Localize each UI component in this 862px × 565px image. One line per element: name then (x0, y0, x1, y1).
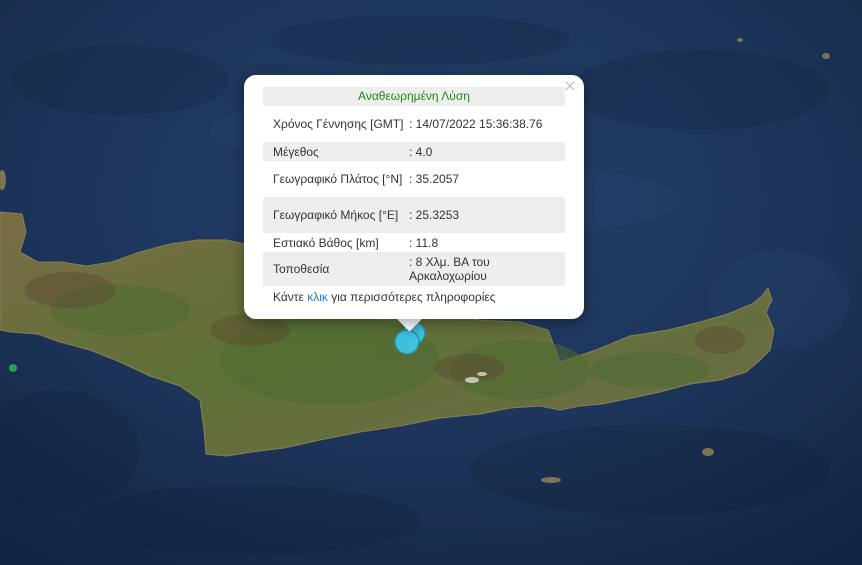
row-label: Γεωγραφικό Πλάτος [°N] (273, 172, 403, 186)
info-row-longitude: Γεωγραφικό Μήκος [°E] : 25.3253 (263, 197, 565, 233)
info-row-latitude: Γεωγραφικό Πλάτος [°N] : 35.2057 (263, 161, 565, 197)
info-row-time: Χρόνος Γέννησης [GMT] : 14/07/2022 15:36… (263, 106, 565, 142)
row-label: Μέγεθος (273, 144, 319, 159)
earthquake-marker-small (9, 364, 17, 372)
row-value: : 14/07/2022 15:36:38.76 (409, 117, 543, 131)
footer-text-before: Κάντε (273, 290, 308, 304)
row-label: Τοποθεσία (273, 262, 330, 276)
row-label: Χρόνος Γέννησης [GMT] (273, 117, 404, 131)
row-value: : 11.8 (409, 235, 439, 250)
row-value: : 8 Χλμ. ΒΑ του Αρκαλοχωρίου (409, 255, 490, 283)
row-value: : 4.0 (409, 144, 433, 159)
row-label: Γεωγραφικό Μήκος [°E] (273, 208, 399, 222)
row-value: : 25.3253 (409, 208, 460, 222)
info-row-magnitude: Μέγεθος : 4.0 (263, 142, 565, 161)
more-info-line: Κάντε κλικ για περισσότερες πληροφορίες (263, 290, 565, 304)
info-row-location: Τοποθεσία : 8 Χλμ. ΒΑ του Αρκαλοχωρίου (263, 252, 565, 286)
row-value: : 35.2057 (409, 172, 460, 186)
footer-text-after: για περισσότερες πληροφορίες (327, 290, 496, 304)
popup-title: Αναθεωρημένη Λύση (263, 87, 565, 106)
row-label: Εστιακό Βάθος [km] (273, 235, 379, 250)
earthquake-popup: × Αναθεωρημένη Λύση Χρόνος Γέννησης [GMT… (244, 75, 584, 319)
info-row-depth: Εστιακό Βάθος [km] : 11.8 (263, 233, 565, 252)
popup-content: Αναθεωρημένη Λύση Χρόνος Γέννησης [GMT] … (263, 87, 565, 304)
more-info-link[interactable]: κλικ (307, 290, 328, 304)
earthquake-marker (394, 329, 420, 355)
